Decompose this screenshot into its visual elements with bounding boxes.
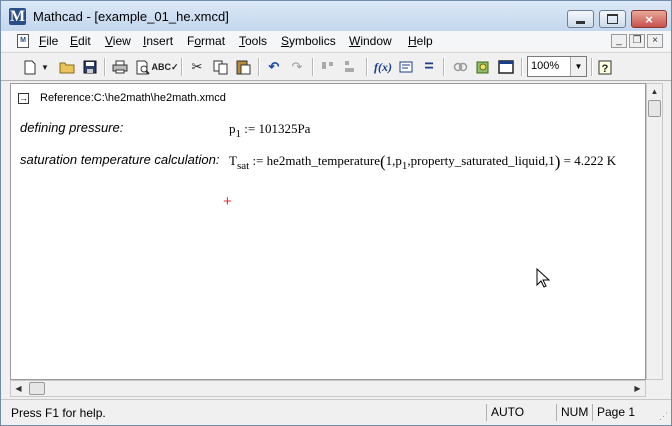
minimize-icon (576, 20, 585, 24)
scroll-up-icon[interactable]: ▲ (647, 84, 662, 99)
document-restore-button[interactable]: ❐ (629, 34, 645, 48)
menu-help[interactable]: Help (408, 33, 433, 49)
paste-icon[interactable] (233, 57, 253, 77)
horizontal-scrollbar[interactable]: ◀ ▶ (10, 380, 646, 397)
toolbar-separator (443, 58, 445, 76)
resize-grip-icon[interactable]: ⋰ (659, 411, 668, 422)
menu-tools[interactable]: Tools (239, 33, 267, 49)
vertical-scrollbar[interactable]: ▲ (646, 83, 663, 380)
toolbar-separator (366, 58, 368, 76)
chevron-down-icon[interactable]: ▼ (570, 57, 586, 76)
horizontal-scroll-thumb[interactable] (29, 382, 45, 395)
reference-arrow-icon: → (18, 93, 29, 104)
toolbar-separator (591, 58, 593, 76)
zoom-value: 100% (531, 60, 560, 72)
document-close-button[interactable]: × (647, 34, 663, 48)
window-title: Mathcad - [example_01_he.xmcd] (33, 9, 229, 24)
standard-toolbar: ▼ ABC✓ ✂ ↶ ↷ f(x) = 100% ▼ ? (1, 52, 671, 81)
print-icon[interactable] (110, 57, 130, 77)
maximize-icon (607, 14, 618, 24)
menu-format[interactable]: Format (187, 33, 225, 49)
scroll-right-icon[interactable]: ▶ (630, 381, 645, 396)
redo-icon[interactable]: ↷ (287, 57, 307, 77)
toolbar-separator (104, 58, 106, 76)
mathcad-app-icon[interactable]: M (9, 8, 26, 25)
toolbar-separator (181, 58, 183, 76)
status-calc-mode: AUTO (486, 404, 551, 421)
toolbar-separator (521, 58, 523, 76)
resource-center-icon[interactable] (496, 57, 516, 77)
minimize-button[interactable] (567, 10, 594, 28)
status-help-text: Press F1 for help. (11, 406, 106, 420)
help-icon[interactable]: ? (595, 57, 615, 77)
document-system-menu-icon[interactable]: M (17, 34, 29, 48)
new-dropdown-icon[interactable]: ▼ (39, 57, 51, 77)
zoom-dropdown[interactable]: 100% ▼ (527, 56, 587, 77)
reference-region[interactable]: Reference:C:\he2math\he2math.xmcd (40, 92, 226, 104)
save-icon[interactable] (80, 57, 100, 77)
text-region-saturation-temperature[interactable]: saturation temperature calculation: (20, 152, 219, 167)
menu-symbolics[interactable]: Symbolics (281, 33, 336, 49)
scrollbar-corner (646, 380, 663, 397)
new-document-icon[interactable] (20, 57, 40, 77)
status-page: Page 1 (592, 404, 642, 421)
print-preview-icon[interactable] (133, 57, 153, 77)
align-down-icon[interactable] (340, 57, 360, 77)
open-folder-icon[interactable] (57, 57, 77, 77)
menu-insert[interactable]: Insert (143, 33, 173, 49)
close-button[interactable]: × (631, 10, 667, 28)
align-across-icon[interactable] (318, 57, 338, 77)
menu-view[interactable]: View (105, 33, 131, 49)
mathcad-window: M Mathcad - [example_01_he.xmcd] × M Fil… (0, 0, 672, 426)
toolbar-separator (258, 58, 260, 76)
title-bar[interactable]: M Mathcad - [example_01_he.xmcd] × (1, 1, 671, 31)
cut-icon[interactable]: ✂ (187, 57, 207, 77)
insert-unit-icon[interactable] (396, 57, 416, 77)
spell-check-icon[interactable]: ABC✓ (151, 57, 178, 77)
calculate-icon[interactable]: = (419, 57, 439, 77)
undo-icon[interactable]: ↶ (264, 57, 284, 77)
text-region-defining-pressure[interactable]: defining pressure: (20, 120, 123, 135)
math-region-pressure[interactable]: p1 := 101325Pa (229, 121, 310, 140)
copy-icon[interactable] (210, 57, 230, 77)
menu-file[interactable]: File (39, 33, 58, 49)
scroll-left-icon[interactable]: ◀ (11, 381, 26, 396)
insert-component-icon[interactable] (473, 57, 493, 77)
insert-function-icon[interactable]: f(x) (373, 57, 393, 77)
insertion-cursor: + (223, 193, 232, 210)
math-region-saturation-temperature[interactable]: Tsat := he2math_temperature(1,p1,propert… (229, 152, 616, 172)
toolbar-separator (312, 58, 314, 76)
menu-bar: M File Edit View Insert Format Tools Sym… (1, 31, 671, 51)
menu-edit[interactable]: Edit (70, 33, 91, 49)
svg-text:?: ? (602, 63, 609, 75)
maximize-button[interactable] (599, 10, 626, 28)
menu-window[interactable]: Window (349, 33, 392, 49)
status-numlock: NUM (556, 404, 591, 421)
insert-hyperlink-icon[interactable] (450, 57, 470, 77)
close-icon: × (645, 11, 653, 27)
status-bar: Press F1 for help. AUTO NUM Page 1 ⋰ (1, 399, 671, 425)
vertical-scroll-thumb[interactable] (648, 100, 661, 117)
document-minimize-button[interactable]: _ (611, 34, 627, 48)
worksheet-area[interactable]: → Reference:C:\he2math\he2math.xmcd defi… (10, 83, 646, 380)
